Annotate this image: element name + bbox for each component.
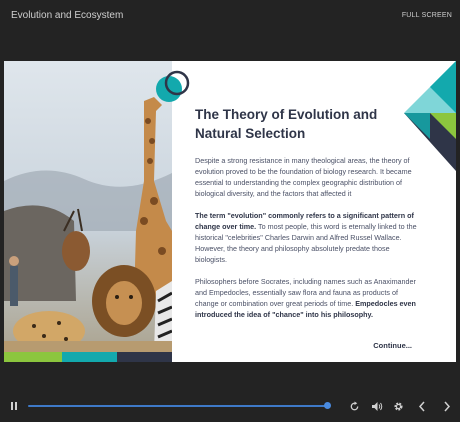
continue-link[interactable]: Continue... <box>373 341 412 350</box>
slide: The Theory of Evolution and Natural Sele… <box>4 61 456 362</box>
next-slide-button[interactable] <box>439 396 455 416</box>
chevron-right-icon <box>444 401 451 411</box>
fullscreen-button[interactable]: FULL SCREEN <box>402 12 452 19</box>
gear-icon <box>393 401 403 411</box>
settings-button[interactable] <box>390 396 406 416</box>
progress-track[interactable] <box>28 405 328 407</box>
volume-button[interactable] <box>369 396 385 416</box>
course-title: Evolution and Ecosystem <box>11 10 124 21</box>
replay-icon <box>350 400 358 410</box>
slide-content: The Theory of Evolution and Natural Sele… <box>195 105 417 331</box>
paragraph-1: Despite a strong resistance in many theo… <box>195 156 412 198</box>
slide-title-line1: The Theory of Evolution and <box>195 107 378 122</box>
chevron-left-icon <box>418 401 425 411</box>
animals-photo <box>4 61 172 362</box>
top-bar: Evolution and Ecosystem FULL SCREEN <box>0 0 460 34</box>
color-bar <box>4 352 172 362</box>
slide-title: The Theory of Evolution and Natural Sele… <box>195 105 417 143</box>
paragraph-2: The term "evolution" commonly refers to … <box>195 210 417 265</box>
progress-handle[interactable] <box>324 402 331 409</box>
pause-button[interactable] <box>6 396 22 416</box>
slide-title-line2: Natural Selection <box>195 126 306 141</box>
player-controls <box>0 396 460 418</box>
decorative-circles-icon <box>156 70 190 102</box>
pause-icon <box>11 402 17 410</box>
volume-icon <box>372 401 383 411</box>
replay-button[interactable] <box>346 396 362 416</box>
previous-slide-button[interactable] <box>414 396 430 416</box>
paragraph-3: Philosophers before Socrates, including … <box>195 276 417 320</box>
